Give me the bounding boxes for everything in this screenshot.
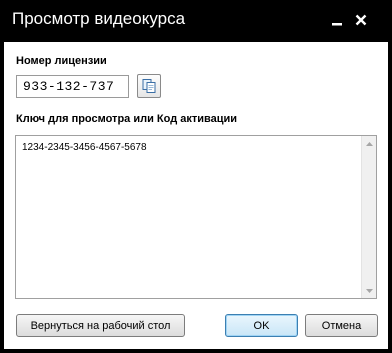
scroll-up-button[interactable]	[362, 136, 376, 151]
scroll-down-button[interactable]	[362, 283, 376, 298]
key-label: Ключ для просмотра или Код активации	[16, 113, 238, 125]
dialog-window: Просмотр видеокурса Номер лицензии 933-1…	[0, 0, 392, 353]
back-to-desktop-button[interactable]: Вернуться на рабочий стол	[16, 314, 185, 337]
close-button[interactable]	[351, 10, 371, 30]
copy-icon	[142, 79, 156, 93]
close-icon	[355, 14, 367, 26]
copy-button[interactable]	[137, 74, 161, 98]
license-label: Номер лицензии	[16, 55, 107, 67]
dialog-content: Номер лицензии 933-132-737 Ключ для прос…	[4, 42, 388, 349]
activation-key-textarea[interactable]: 1234-2345-3456-4567-5678	[15, 135, 377, 299]
minimize-button[interactable]	[327, 10, 347, 30]
minimize-icon	[332, 23, 342, 26]
window-title: Просмотр видеокурса	[12, 9, 186, 28]
cancel-button[interactable]: Отмена	[305, 314, 378, 337]
license-number-field[interactable]: 933-132-737	[16, 75, 129, 98]
title-bar[interactable]: Просмотр видеокурса	[0, 0, 392, 42]
vertical-scrollbar[interactable]	[361, 136, 376, 298]
arrow-up-icon	[365, 141, 373, 146]
ok-button[interactable]: OK	[225, 314, 298, 337]
arrow-down-icon	[365, 288, 373, 293]
activation-key-text: 1234-2345-3456-4567-5678	[22, 142, 147, 153]
